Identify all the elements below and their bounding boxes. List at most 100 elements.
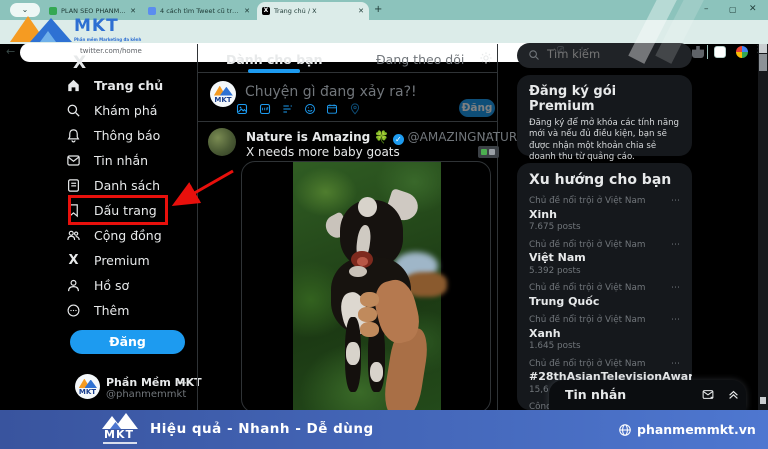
timeline-settings-button[interactable] — [479, 50, 493, 69]
trend-more-icon[interactable]: ⋯ — [671, 315, 680, 325]
sidebar-item-explore[interactable]: Khám phá — [66, 98, 196, 123]
tab-title: Trang chủ / X — [274, 7, 317, 15]
account-avatar: MKT — [75, 374, 100, 399]
envelope-icon — [67, 155, 80, 166]
toolbar-divider — [707, 45, 708, 59]
sidebar-item-home[interactable]: Trang chủ — [66, 73, 196, 98]
x-premium-icon: X — [68, 253, 79, 268]
mkt-watermark-logo: MKT Phần mềm Marketing đa kênh — [10, 14, 142, 45]
post-button[interactable]: Đăng — [70, 330, 185, 354]
composer-avatar: MKT — [210, 81, 236, 107]
back-button[interactable]: ← — [6, 45, 15, 58]
profile-box-icon[interactable] — [714, 46, 726, 58]
sidebar-item-notifications[interactable]: Thông báo — [66, 123, 196, 148]
trend-item[interactable]: Chủ đề nổi trội ở Việt Nam Trung Quốc ⋯ — [529, 283, 680, 308]
tweet-text: X needs more baby goats — [246, 145, 400, 159]
location-icon[interactable] — [349, 103, 361, 115]
tab-following[interactable]: Đang theo dõi — [376, 52, 464, 67]
trend-more-icon[interactable]: ⋯ — [671, 240, 680, 250]
close-icon[interactable]: ✕ — [244, 7, 250, 15]
premium-body: Đăng ký để mở khóa các tính năng mới và … — [529, 118, 680, 163]
page-scrollbar[interactable] — [758, 44, 768, 410]
composer-placeholder[interactable]: Chuyện gì đang xảy ra?! — [245, 84, 417, 100]
tweet-avatar[interactable] — [208, 128, 236, 156]
chevron-down-icon: ⌄ — [21, 5, 29, 14]
tweet-author: Nature is Amazing — [246, 130, 371, 144]
sidebar-item-more[interactable]: Thêm — [66, 298, 196, 323]
logo-subtitle: Phần mềm Marketing đa kênh — [74, 37, 142, 42]
verified-badge-icon: ✓ — [392, 134, 404, 145]
account-switcher[interactable]: MKT Phần Mềm MKT @phanmemmkt ⋯ — [75, 374, 202, 400]
active-tab-underline — [248, 69, 300, 73]
doc-favicon — [148, 7, 156, 15]
tweet-more-icon[interactable]: ⋯ — [483, 129, 493, 140]
browser-tab-2[interactable]: 4 cách tìm Tweet cũ trên Twitte ✕ — [143, 2, 255, 20]
account-more-icon[interactable]: ⋯ — [177, 378, 187, 389]
trends-card: Xu hướng cho bạn Chủ đề nổi trội ở Việt … — [517, 163, 692, 410]
feed-column: Dành cho bạn Đang theo dõi MKT Chuyện gì… — [197, 44, 574, 413]
video-download-extension-icon[interactable] — [478, 146, 499, 158]
premium-card: Đăng ký gói Premium Đăng ký để mở khóa c… — [517, 75, 692, 185]
branding-footer: MKT Hiệu quả - Nhanh - Dễ dùng phanmemmk… — [0, 410, 768, 449]
annotation-highlight-box — [68, 195, 168, 225]
trend-item[interactable]: Chủ đề nổi trội ở Việt Nam Xanh 1.645 po… — [529, 315, 680, 351]
account-name: Phần Mềm MKT — [106, 376, 202, 389]
list-icon — [68, 179, 79, 192]
schedule-icon[interactable] — [326, 103, 338, 115]
media-icon[interactable] — [236, 103, 248, 115]
sidebar-item-profile[interactable]: Hồ sơ — [66, 273, 196, 298]
sidebar-item-premium[interactable]: X Premium — [66, 248, 196, 273]
globe-icon — [619, 424, 631, 436]
trend-item[interactable]: Chủ đề nổi trội ở Việt Nam Việt Nam 5.39… — [529, 240, 680, 276]
x-home-logo[interactable]: X — [73, 53, 86, 73]
messages-drawer[interactable]: Tin nhắn — [549, 380, 746, 410]
new-message-icon[interactable] — [701, 388, 715, 401]
extensions-puzzle-icon[interactable] — [692, 46, 704, 58]
scrollbar-down-button[interactable] — [760, 397, 766, 404]
gif-icon[interactable] — [259, 103, 271, 115]
more-circle-icon — [67, 304, 80, 317]
goat-video-frame — [293, 162, 447, 412]
x-favicon: X — [262, 7, 270, 15]
sidebar-item-messages[interactable]: Tin nhắn — [66, 148, 196, 173]
person-icon — [68, 279, 79, 292]
new-tab-button[interactable]: + — [374, 4, 382, 15]
trend-item[interactable]: Chủ đề nổi trội ở Việt Nam Xinh 7.675 po… — [529, 196, 680, 232]
bookmark-star-icon[interactable]: ☆ — [578, 46, 586, 56]
bell-icon — [67, 129, 80, 143]
logo-text: MKT — [74, 16, 119, 36]
tweet-video[interactable]: 0:02 — [241, 161, 491, 413]
sidebar-item-communities[interactable]: Cộng đồng — [66, 223, 196, 248]
trend-more-icon[interactable]: ⋯ — [671, 359, 680, 369]
maximize-button[interactable]: ▢ — [729, 5, 737, 14]
tab-title: 4 cách tìm Tweet cũ trên Twitte — [160, 7, 241, 15]
search-icon — [67, 104, 80, 117]
footer-website: phanmemmkt.vn — [637, 422, 756, 437]
close-icon[interactable]: ✕ — [358, 7, 364, 15]
poll-icon[interactable] — [281, 103, 293, 115]
minimize-button[interactable]: – — [704, 4, 709, 14]
feed-header: Dành cho bạn Đang theo dõi — [198, 44, 497, 73]
composer-toolbar — [236, 103, 361, 115]
scrollbar-thumb[interactable] — [759, 54, 767, 71]
trend-more-icon[interactable]: ⋯ — [671, 283, 680, 293]
screen: ⌄ PLAN SEO PHANMEMMKT.VN ✕ 4 cách tìm Tw… — [0, 0, 768, 449]
people-icon — [67, 230, 80, 241]
emoji-icon[interactable] — [304, 103, 316, 115]
expand-drawer-icon[interactable] — [727, 388, 740, 401]
home-icon — [68, 79, 79, 92]
browser-tab-active[interactable]: X Trang chủ / X ✕ — [257, 2, 369, 20]
search-icon — [529, 50, 539, 60]
browser-avatar[interactable] — [736, 46, 748, 58]
scrollbar-up-button[interactable] — [759, 44, 767, 53]
window-close-button[interactable]: ✕ — [749, 4, 757, 14]
cast-icon[interactable]: ⎚ — [557, 46, 564, 56]
url-text: twitter.com/home — [80, 47, 142, 55]
trend-more-icon[interactable]: ⋯ — [671, 196, 680, 206]
footer-slogan: Hiệu quả - Nhanh - Dễ dùng — [150, 421, 374, 437]
premium-title: Đăng ký gói Premium — [529, 84, 617, 114]
tab-for-you[interactable]: Dành cho bạn — [226, 52, 323, 67]
clover-emoji: 🍀 — [374, 130, 389, 144]
messages-drawer-title: Tin nhắn — [565, 387, 627, 402]
composer-post-button[interactable]: Đăng — [459, 99, 495, 117]
